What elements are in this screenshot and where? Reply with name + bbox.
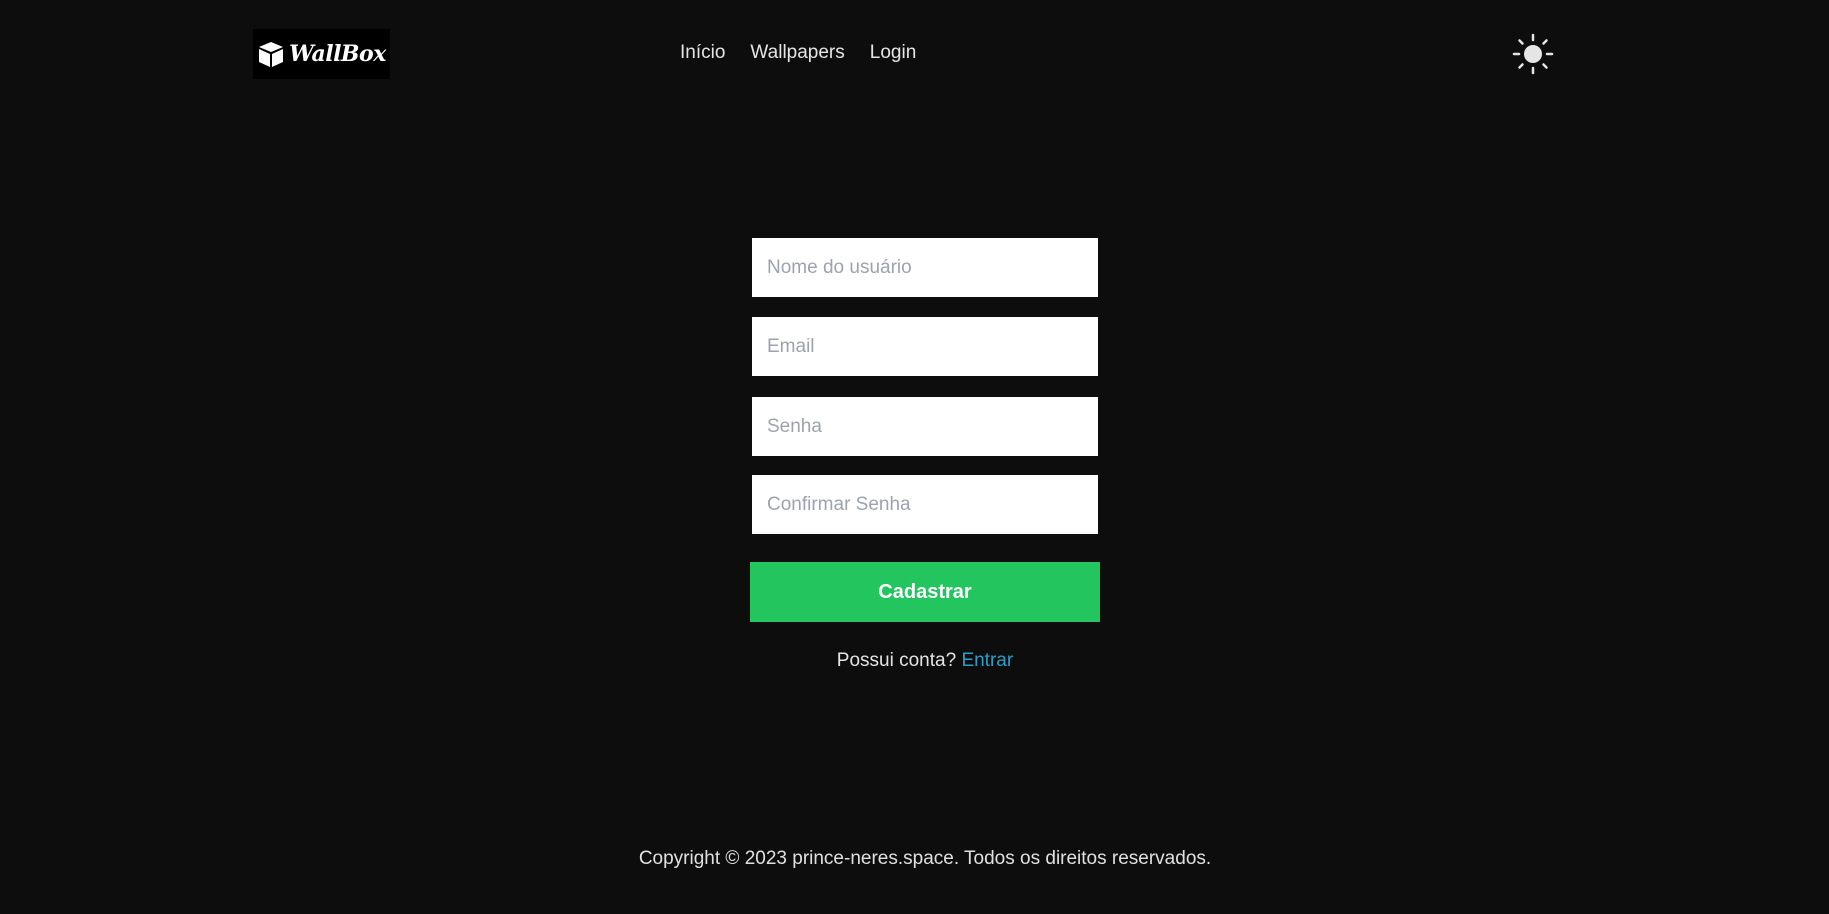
nav-login[interactable]: Login bbox=[870, 42, 917, 64]
signin-link[interactable]: Entrar bbox=[961, 650, 1013, 671]
footer-copyright: Copyright © 2023 prince-neres.space. Tod… bbox=[638, 848, 1212, 869]
password-input[interactable] bbox=[752, 397, 1098, 456]
signin-prompt: Possui conta? Entrar bbox=[0, 650, 1829, 672]
theme-toggle-button[interactable] bbox=[1512, 33, 1554, 75]
sun-icon bbox=[1512, 33, 1554, 75]
has-account-text: Possui conta? bbox=[836, 650, 957, 671]
email-input[interactable] bbox=[752, 317, 1098, 376]
nav-wallpapers[interactable]: Wallpapers bbox=[750, 42, 844, 64]
username-input[interactable] bbox=[752, 238, 1098, 297]
box-icon bbox=[259, 42, 284, 67]
confirm-password-input[interactable] bbox=[752, 475, 1098, 534]
main-nav: Início Wallpapers Login bbox=[680, 42, 916, 64]
logo-text: WallBox bbox=[289, 41, 386, 67]
register-button[interactable]: Cadastrar bbox=[750, 562, 1100, 622]
logo[interactable]: WallBox bbox=[253, 29, 390, 79]
nav-inicio[interactable]: Início bbox=[680, 42, 725, 64]
